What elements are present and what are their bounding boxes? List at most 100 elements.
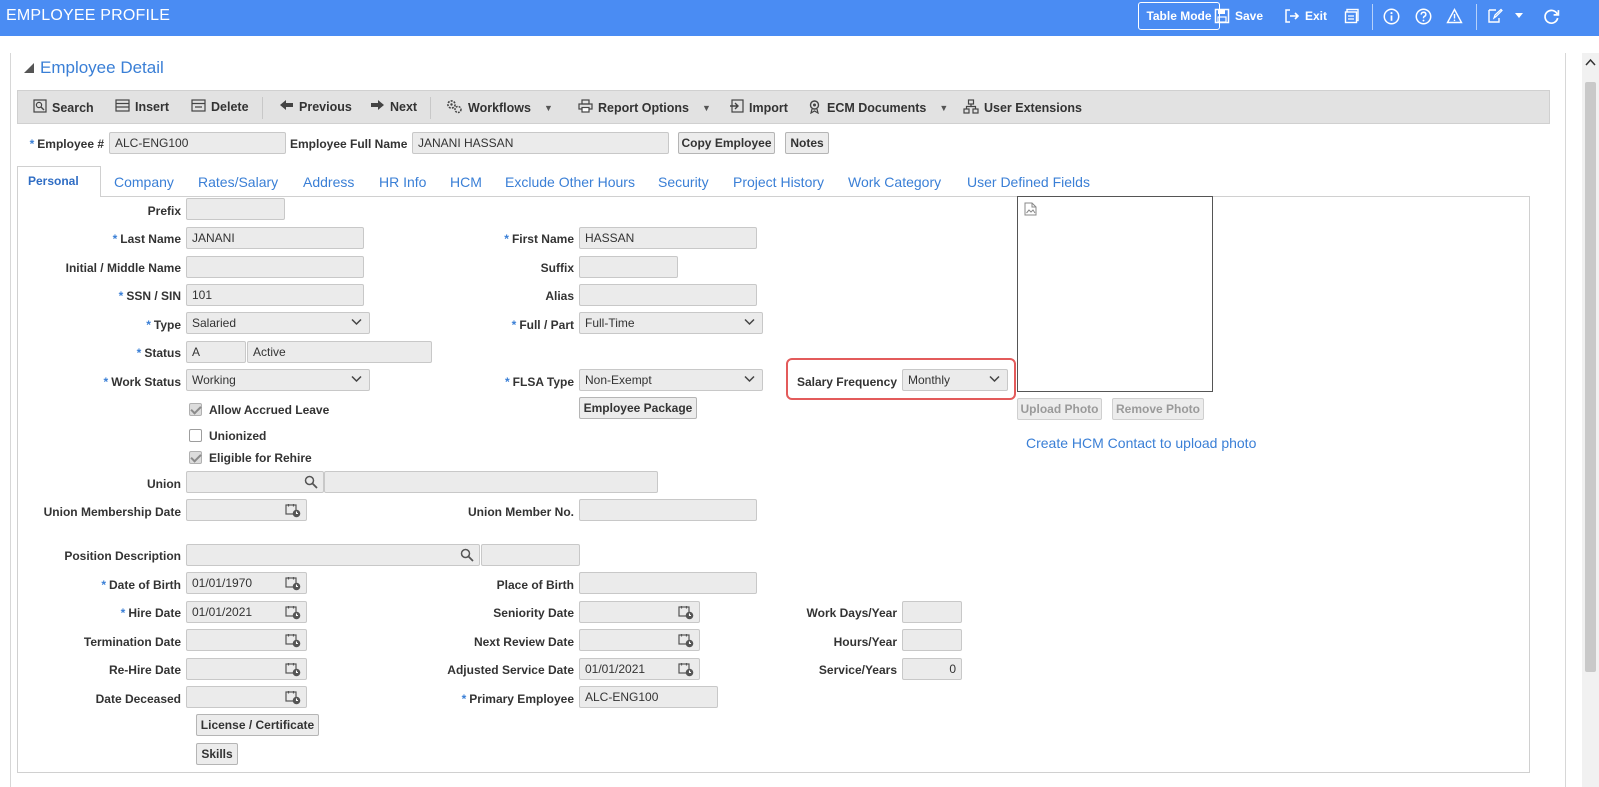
previous-button[interactable]: Previous <box>279 99 352 114</box>
union-membership-date-field[interactable] <box>186 499 307 521</box>
employee-no-field[interactable]: ALC-ENG100 <box>109 132 286 154</box>
license-certificate-button[interactable]: License / Certificate <box>196 714 319 736</box>
ecm-icon <box>807 99 822 117</box>
first-name-field[interactable]: HASSAN <box>579 227 757 249</box>
import-button[interactable]: Import <box>729 99 788 116</box>
suffix-field[interactable] <box>579 256 678 278</box>
tab-personal[interactable]: Personal <box>17 166 101 197</box>
middle-name-field[interactable] <box>186 256 364 278</box>
unionized-checkbox[interactable] <box>189 429 202 442</box>
report-icon-button[interactable] <box>1344 2 1360 30</box>
employee-package-button[interactable]: Employee Package <box>579 397 697 419</box>
ssn-label: * SSN / SIN <box>118 289 181 303</box>
notes-button[interactable]: Notes <box>785 132 829 154</box>
edit-menu-button[interactable] <box>1487 2 1524 30</box>
last-name-field[interactable]: JANANI <box>186 227 364 249</box>
exit-button[interactable]: Exit <box>1284 2 1327 30</box>
user-extensions-button[interactable]: User Extensions <box>963 99 1082 117</box>
scroll-thumb[interactable] <box>1585 82 1596 672</box>
place-of-birth-field[interactable] <box>579 572 757 594</box>
search-button[interactable]: Search <box>33 99 94 116</box>
hours-year-field[interactable] <box>902 629 962 651</box>
chevron-down-icon <box>1514 12 1524 20</box>
tab-company[interactable]: Company <box>114 174 174 190</box>
delete-icon <box>191 99 206 115</box>
workflows-button[interactable]: Workflows ▼ <box>446 99 553 117</box>
prefix-field[interactable] <box>186 198 285 220</box>
tab-security[interactable]: Security <box>658 174 709 190</box>
rehire-date-field[interactable] <box>186 658 307 680</box>
tab-exclude-other-hours[interactable]: Exclude Other Hours <box>505 174 635 190</box>
calendar-icon <box>285 691 301 705</box>
tab-project-history[interactable]: Project History <box>733 174 824 190</box>
report-icon <box>1344 8 1360 24</box>
primary-employee-field[interactable]: ALC-ENG100 <box>579 686 718 708</box>
termination-date-field[interactable] <box>186 629 307 651</box>
eligible-rehire-checkbox[interactable] <box>189 451 202 464</box>
copy-employee-button[interactable]: Copy Employee <box>678 132 775 154</box>
prefix-label: Prefix <box>147 204 181 218</box>
collapse-triangle-icon[interactable] <box>23 62 35 77</box>
info-button[interactable] <box>1383 2 1400 30</box>
union-member-no-label: Union Member No. <box>467 505 574 519</box>
action-toolbar: Search Insert Delete Previous Next Workf… <box>17 90 1550 124</box>
status-code-field[interactable]: A <box>186 341 246 363</box>
broken-image-icon <box>1024 202 1037 219</box>
calendar-icon <box>678 606 694 620</box>
flsa-type-select[interactable]: Non-Exempt <box>579 369 763 391</box>
exit-icon <box>1284 8 1300 24</box>
type-select[interactable]: Salaried <box>186 312 370 334</box>
union-lookup-field[interactable] <box>186 471 324 493</box>
skills-button[interactable]: Skills <box>196 743 238 765</box>
section-title: Employee Detail <box>40 58 164 77</box>
tab-hr-info[interactable]: HR Info <box>379 174 426 190</box>
full-name-field[interactable]: JANANI HASSAN <box>412 132 669 154</box>
full-part-select[interactable]: Full-Time <box>579 312 763 334</box>
report-options-button[interactable]: Report Options ▼ <box>578 99 711 116</box>
union-member-no-field[interactable] <box>579 499 757 521</box>
next-label: Next <box>390 99 418 114</box>
work-days-year-field[interactable] <box>902 601 962 623</box>
tab-work-category[interactable]: Work Category <box>848 174 941 190</box>
hire-date-field[interactable]: 01/01/2021 <box>186 601 307 623</box>
help-button[interactable] <box>1415 2 1432 30</box>
work-days-year-label: Work Days/Year <box>806 606 898 620</box>
place-of-birth-label: Place of Birth <box>496 578 574 592</box>
delete-button[interactable]: Delete <box>191 99 249 115</box>
work-status-select[interactable]: Working <box>186 369 370 391</box>
seniority-date-field[interactable] <box>579 601 700 623</box>
scroll-up-icon[interactable] <box>1583 56 1598 70</box>
table-mode-button[interactable]: Table Mode <box>1138 2 1220 30</box>
delete-label: Delete <box>211 100 249 114</box>
eligible-rehire-label: Eligible for Rehire <box>209 451 312 465</box>
upload-photo-button[interactable]: Upload Photo <box>1017 398 1102 420</box>
position-description-field[interactable] <box>186 544 480 566</box>
insert-button[interactable]: Insert <box>115 99 169 115</box>
import-icon <box>729 99 744 116</box>
tab-address[interactable]: Address <box>303 174 354 190</box>
date-of-birth-field[interactable]: 01/01/1970 <box>186 572 307 594</box>
chevron-down-icon: ▼ <box>543 103 553 113</box>
tab-rates-salary[interactable]: Rates/Salary <box>198 174 278 190</box>
allow-accrued-leave-checkbox[interactable] <box>189 403 202 416</box>
adjusted-service-date-field[interactable]: 01/01/2021 <box>579 658 700 680</box>
tab-hcm[interactable]: HCM <box>450 174 482 190</box>
allow-accrued-leave-label: Allow Accrued Leave <box>209 403 330 417</box>
type-value: Salaried <box>192 316 237 330</box>
next-button[interactable]: Next <box>370 99 417 114</box>
ecm-documents-button[interactable]: ECM Documents ▼ <box>807 99 948 117</box>
chevron-down-icon <box>989 375 1000 383</box>
save-button[interactable]: Save <box>1214 2 1263 30</box>
date-deceased-field[interactable] <box>186 686 307 708</box>
separator <box>262 97 263 119</box>
refresh-button[interactable] <box>1543 2 1560 30</box>
alert-button[interactable] <box>1446 2 1463 30</box>
alias-field[interactable] <box>579 284 757 306</box>
refresh-icon <box>1543 8 1560 25</box>
salary-frequency-select[interactable]: Monthly <box>902 369 1008 391</box>
remove-photo-button[interactable]: Remove Photo <box>1112 398 1204 420</box>
next-review-date-field[interactable] <box>579 629 700 651</box>
tab-user-defined-fields[interactable]: User Defined Fields <box>967 174 1090 190</box>
create-hcm-contact-link[interactable]: Create HCM Contact to upload photo <box>1026 435 1256 451</box>
ssn-field[interactable]: 101 <box>186 284 364 306</box>
